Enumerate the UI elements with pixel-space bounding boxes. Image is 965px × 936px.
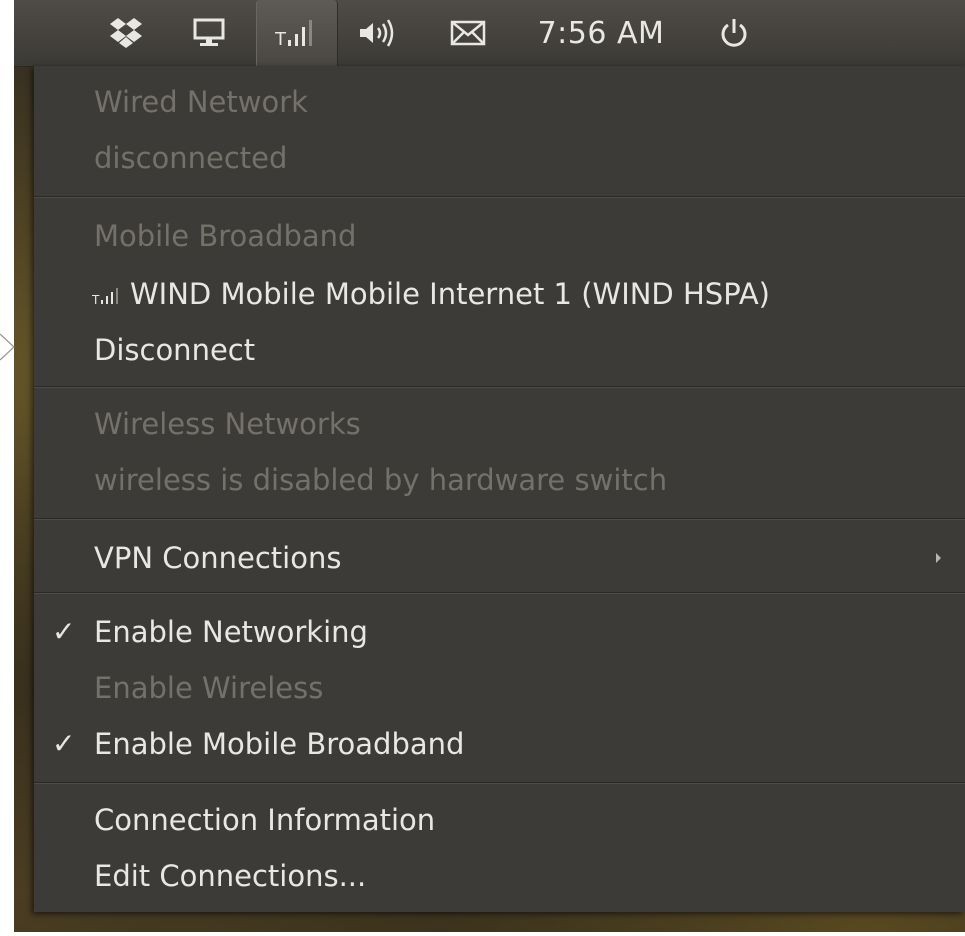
enable-wireless-item: Enable Wireless	[94, 671, 324, 705]
enable-networking-item[interactable]: Enable Networking	[94, 612, 368, 652]
svg-text:T: T	[92, 293, 100, 306]
mobile-broadband-header: Mobile Broadband	[94, 219, 357, 253]
checkmark-icon: ✓	[52, 727, 76, 760]
menu-separator	[34, 592, 965, 594]
mail-icon[interactable]	[438, 0, 498, 66]
edit-connections-item[interactable]: Edit Connections...	[94, 856, 366, 896]
vpn-connections-item[interactable]: VPN Connections	[94, 538, 341, 578]
mobile-signal-icon[interactable]: T	[256, 0, 338, 66]
top-panel: T 7:56 AM	[14, 0, 965, 67]
enable-mobile-broadband-item[interactable]: Enable Mobile Broadband	[94, 724, 464, 764]
power-icon[interactable]	[704, 0, 764, 66]
mobile-connection-item[interactable]: T WIND Mobile Mobile Internet 1 (WIND HS…	[91, 274, 770, 316]
menu-separator	[34, 518, 965, 520]
wireless-status: wireless is disabled by hardware switch	[94, 463, 668, 497]
network-menu: Wired Network disconnected Mobile Broadb…	[34, 66, 965, 912]
menu-pointer-icon	[0, 330, 34, 364]
mobile-connection-label: WIND Mobile Mobile Internet 1 (WIND HSPA…	[130, 277, 770, 311]
disconnect-item[interactable]: Disconnect	[94, 330, 255, 370]
connection-information-item[interactable]: Connection Information	[94, 800, 435, 840]
submenu-arrow-icon	[936, 553, 941, 563]
checkmark-icon: ✓	[52, 615, 76, 648]
wired-network-status: disconnected	[94, 141, 288, 175]
menu-separator	[34, 386, 965, 388]
menu-separator	[34, 196, 965, 198]
menu-separator	[34, 782, 965, 784]
wireless-networks-header: Wireless Networks	[94, 407, 361, 441]
dropbox-icon[interactable]	[96, 0, 156, 66]
display-icon[interactable]	[179, 0, 239, 66]
mobile-signal-small-icon: T	[91, 276, 120, 316]
wired-network-header: Wired Network	[94, 85, 308, 119]
clock[interactable]: 7:56 AM	[526, 0, 676, 66]
screen-edge	[0, 0, 14, 936]
volume-icon[interactable]	[346, 0, 412, 66]
svg-text:T: T	[275, 29, 287, 48]
screen-edge-bottom	[0, 932, 965, 936]
